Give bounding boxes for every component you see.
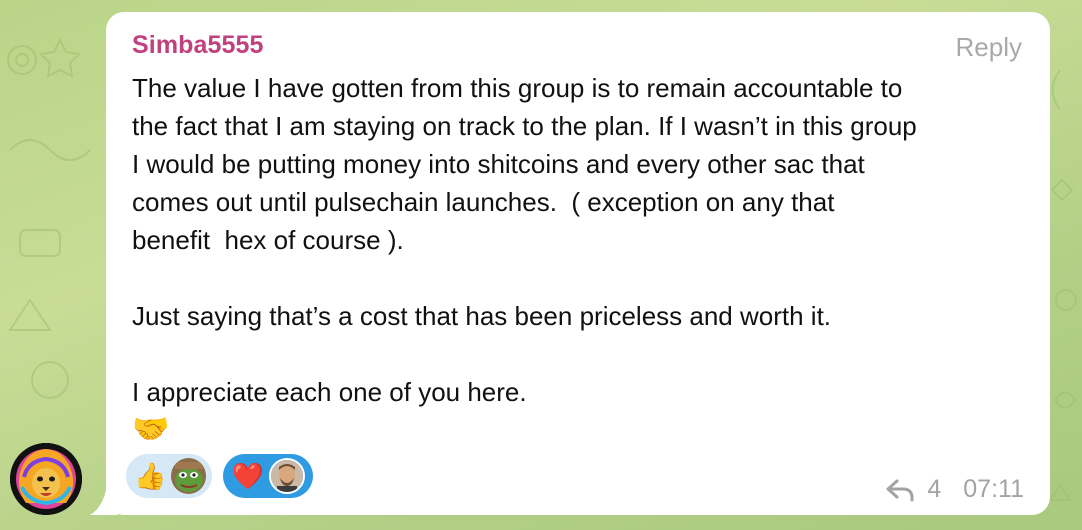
thumbs-up-icon: 👍	[134, 461, 167, 491]
reaction-thumbs-up[interactable]: 👍	[126, 454, 212, 498]
reply-button[interactable]: Reply	[956, 32, 1022, 63]
reaction-heart[interactable]: ❤️	[223, 454, 313, 498]
lion-avatar[interactable]	[10, 443, 82, 515]
heart-icon: ❤️	[231, 461, 265, 491]
reply-arrow-icon	[886, 479, 914, 501]
man-avatar	[269, 458, 305, 494]
sender-name[interactable]: Simba5555	[132, 31, 264, 60]
pepe-avatar	[171, 458, 206, 494]
handshake-emoji: 🤝	[132, 413, 170, 446]
message-text: The value I have gotten from this group …	[132, 73, 917, 407]
reply-count[interactable]: 4	[927, 475, 941, 504]
reactions-bar: 👍 ❤️	[126, 454, 313, 498]
message-time: 07:11	[963, 475, 1024, 503]
message-meta: 4 07:11	[885, 475, 1024, 504]
message-bubble[interactable]: Simba5555 Reply The value I have gotten …	[106, 12, 1050, 515]
